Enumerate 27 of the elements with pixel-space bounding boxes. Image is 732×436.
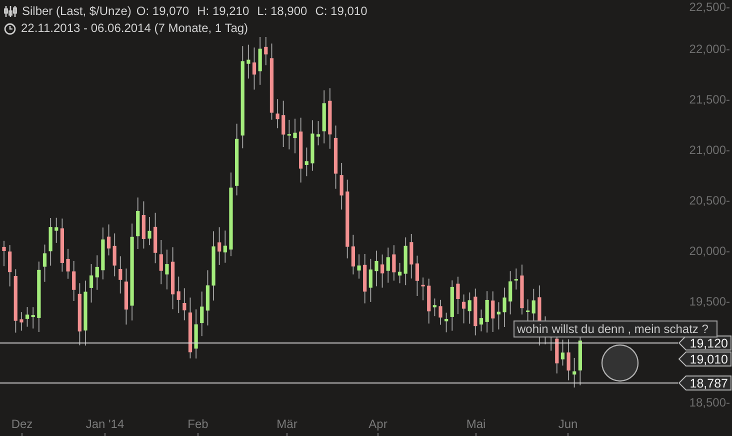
x-axis-label: Mai bbox=[466, 417, 486, 431]
y-axis-label: 20,500- bbox=[689, 194, 730, 208]
annotation-label[interactable]: wohin willst du denn , mein schatz ? bbox=[514, 320, 718, 338]
low-value: L: 18,900 bbox=[257, 3, 308, 20]
x-axis-label: Feb bbox=[188, 417, 208, 431]
instrument-title: Silber (Last, $/Unze) bbox=[22, 3, 132, 20]
price-tag: 19,010 bbox=[678, 352, 732, 366]
y-axis-label: 18,500- bbox=[689, 396, 730, 410]
y-axis-label: 21,500- bbox=[689, 92, 730, 106]
open-value: O: 19,070 bbox=[136, 3, 190, 20]
clock-icon bbox=[4, 22, 16, 34]
x-axis-label: Jun bbox=[558, 417, 578, 431]
circle-marker[interactable] bbox=[601, 344, 639, 382]
y-axis-label: 22,000- bbox=[689, 42, 730, 56]
indicator-icon bbox=[4, 6, 17, 17]
high-value: H: 19,210 bbox=[197, 3, 250, 20]
y-axis-label: 22,500- bbox=[689, 0, 730, 14]
close-value: C: 19,010 bbox=[315, 3, 368, 20]
price-tag: 18,787 bbox=[678, 376, 732, 390]
x-axis-label: Apr bbox=[368, 417, 388, 431]
date-range: 22.11.2013 - 06.06.2014 (7 Monate, 1 Tag) bbox=[21, 20, 248, 37]
y-axis-label: 19,500- bbox=[689, 294, 730, 308]
x-axis-label: Mär bbox=[276, 417, 298, 431]
x-axis-label: Jan '14 bbox=[86, 417, 124, 431]
y-axis-label: 20,000- bbox=[689, 244, 730, 258]
y-axis-label: 21,000- bbox=[689, 143, 730, 157]
x-axis-label: Dez bbox=[11, 417, 33, 431]
